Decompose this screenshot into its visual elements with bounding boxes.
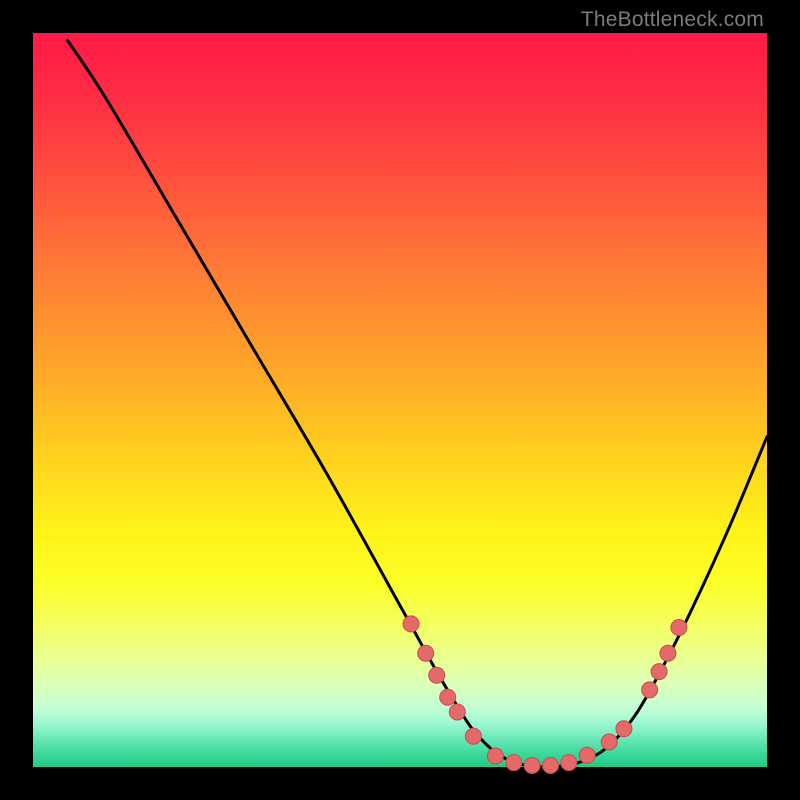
watermark-text: TheBottleneck.com bbox=[581, 8, 764, 32]
data-point bbox=[579, 747, 595, 763]
data-point bbox=[671, 620, 687, 636]
data-point bbox=[642, 682, 658, 698]
chart-frame: TheBottleneck.com bbox=[0, 0, 800, 800]
plot-area bbox=[33, 33, 767, 767]
data-point bbox=[440, 689, 456, 705]
data-point bbox=[651, 664, 667, 680]
data-point bbox=[543, 758, 559, 774]
data-point bbox=[616, 721, 632, 737]
data-point bbox=[524, 758, 540, 774]
data-point bbox=[506, 755, 522, 771]
data-point bbox=[487, 748, 503, 764]
chart-svg bbox=[33, 33, 767, 767]
data-point bbox=[418, 645, 434, 661]
data-point bbox=[561, 755, 577, 771]
data-point bbox=[429, 667, 445, 683]
data-point bbox=[403, 616, 419, 632]
data-points-group bbox=[403, 616, 687, 774]
data-point bbox=[449, 704, 465, 720]
data-point bbox=[601, 734, 617, 750]
data-point bbox=[660, 645, 676, 661]
data-point bbox=[465, 728, 481, 744]
